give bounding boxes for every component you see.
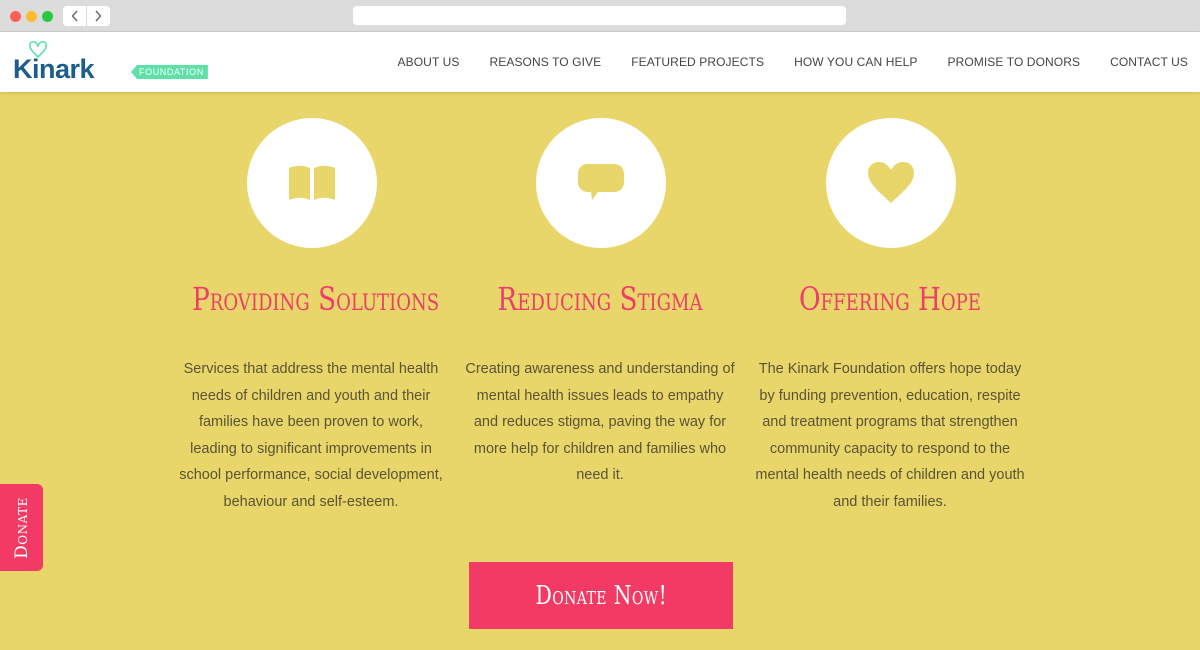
site-header: Kinark FOUNDATION ABOUT US REASONS TO GI… xyxy=(0,32,1200,92)
feature-description: The Kinark Foundation offers hope today … xyxy=(755,361,1025,510)
feature-title: Offering Hope xyxy=(799,280,981,318)
logo-foundation-tag: FOUNDATION xyxy=(131,65,208,79)
donate-now-label: Donate Now! xyxy=(535,580,667,611)
chevron-right-icon xyxy=(95,10,102,22)
nav-promise-to-donors[interactable]: PROMISE TO DONORS xyxy=(947,55,1080,69)
kinark-logo[interactable]: Kinark FOUNDATION xyxy=(12,40,208,85)
minimize-window-button[interactable] xyxy=(26,11,37,22)
nav-contact-us[interactable]: CONTACT US xyxy=(1110,55,1188,69)
feature-icon-circle xyxy=(536,118,666,248)
feature-icon-circle xyxy=(247,118,377,248)
back-button[interactable] xyxy=(63,6,86,26)
forward-button[interactable] xyxy=(86,6,109,26)
speech-bubble-icon xyxy=(578,164,624,200)
close-window-button[interactable] xyxy=(10,11,21,22)
book-icon xyxy=(289,165,335,200)
browser-toolbar xyxy=(0,0,1200,32)
donate-now-button[interactable]: Donate Now! xyxy=(469,562,733,629)
features-section: Providing Solutions Services that addres… xyxy=(0,92,1200,650)
address-bar[interactable] xyxy=(353,6,846,25)
maximize-window-button[interactable] xyxy=(42,11,53,22)
chevron-left-icon xyxy=(71,10,78,22)
donate-tab-label: Donate xyxy=(11,496,32,559)
main-nav: ABOUT US REASONS TO GIVE FEATURED PROJEC… xyxy=(368,32,1188,92)
feature-icon-circle xyxy=(826,118,956,248)
feature-title: Reducing Stigma xyxy=(497,280,703,318)
logo-wordmark: Kinark xyxy=(13,54,95,84)
donate-side-tab[interactable]: Donate xyxy=(0,484,43,571)
feature-description: Creating awareness and understanding of … xyxy=(465,361,735,483)
nav-reasons-to-give[interactable]: REASONS TO GIVE xyxy=(489,55,601,69)
history-buttons xyxy=(63,6,110,26)
nav-about-us[interactable]: ABOUT US xyxy=(398,55,460,69)
nav-how-you-can-help[interactable]: HOW YOU CAN HELP xyxy=(794,55,917,69)
nav-featured-projects[interactable]: FEATURED PROJECTS xyxy=(631,55,764,69)
heart-icon xyxy=(868,162,914,203)
feature-title: Providing Solutions xyxy=(192,280,440,318)
feature-description: Services that address the mental health … xyxy=(179,361,443,510)
